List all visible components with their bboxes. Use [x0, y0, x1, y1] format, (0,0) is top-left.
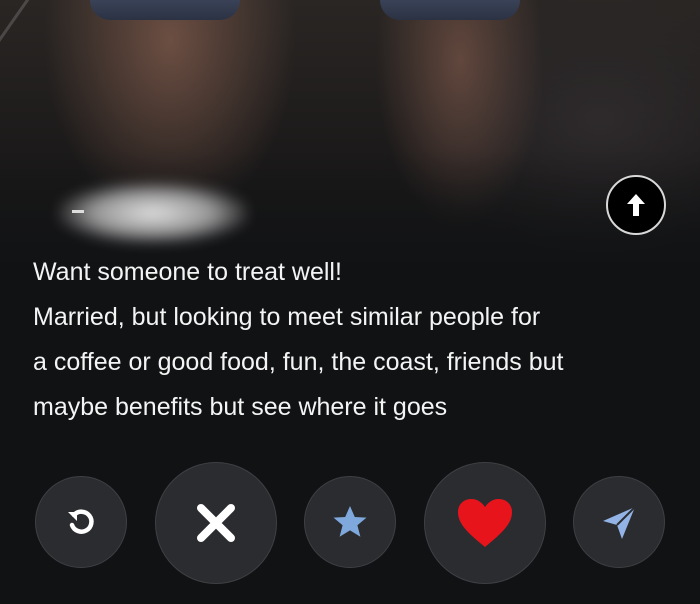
- photo-detail: [0, 0, 43, 170]
- profile-name-redacted: [58, 182, 248, 244]
- star-icon: [333, 506, 367, 537]
- arrow-up-icon: [627, 194, 645, 216]
- like-button[interactable]: [424, 462, 546, 584]
- bio-line: maybe benefits but see where it goes: [33, 393, 448, 421]
- photo-detail: [90, 0, 240, 20]
- nope-button[interactable]: [155, 462, 277, 584]
- photo-detail: [380, 0, 520, 20]
- profile-card[interactable]: Want someone to treat well! Married, but…: [0, 0, 700, 604]
- boost-button[interactable]: [573, 476, 665, 568]
- action-bar: [0, 460, 700, 590]
- close-icon: [197, 504, 235, 542]
- bio-line: a coffee or good food, fun, the coast, f…: [33, 348, 564, 376]
- super-like-button[interactable]: [304, 476, 396, 568]
- rewind-button[interactable]: [35, 476, 127, 568]
- bio-line: Married, but looking to meet similar peo…: [33, 303, 541, 331]
- rewind-icon: [68, 509, 94, 534]
- info-button[interactable]: [606, 175, 666, 235]
- profile-bio: Want someone to treat well! Married, but…: [33, 250, 683, 430]
- profile-name-fragment: [72, 210, 84, 213]
- heart-icon: [458, 499, 512, 547]
- bio-line: Want someone to treat well!: [33, 258, 342, 286]
- send-arrow-icon: [603, 506, 636, 539]
